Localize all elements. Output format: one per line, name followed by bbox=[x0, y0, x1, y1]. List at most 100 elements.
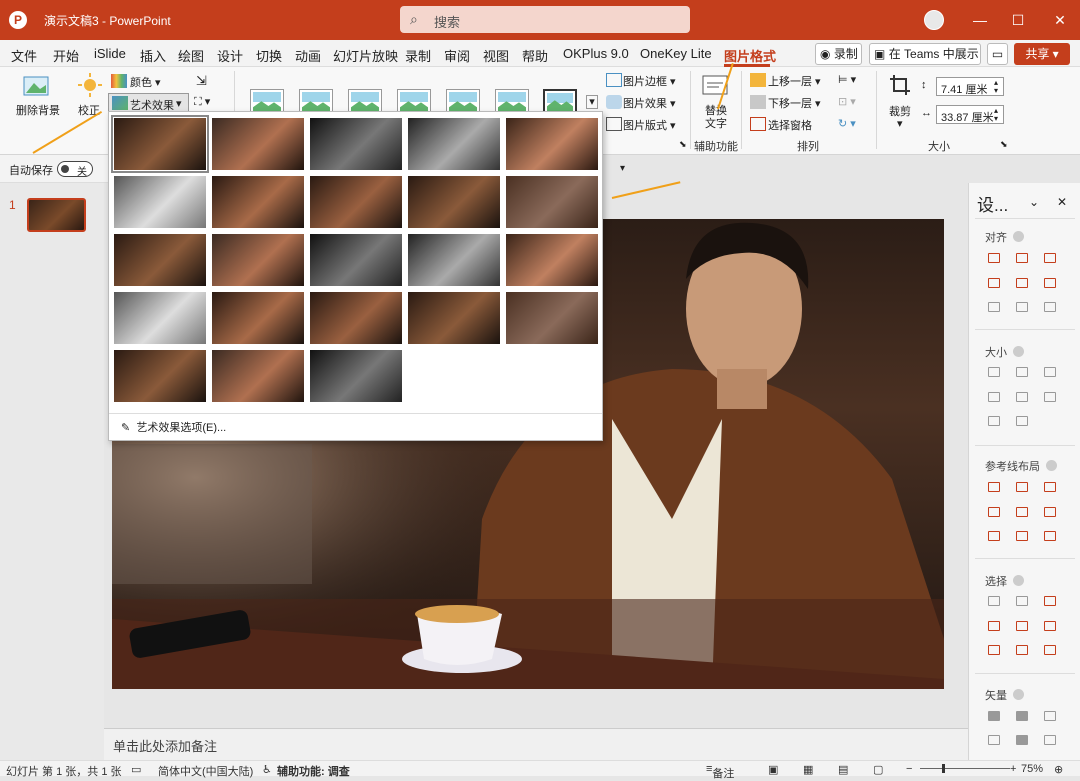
size-dialog-launcher-icon[interactable]: ⬊ bbox=[1000, 139, 1008, 150]
menu-slideshow[interactable]: 幻灯片放映 bbox=[333, 46, 398, 65]
remove-background-button[interactable]: 删除背景 bbox=[16, 102, 60, 118]
teams-present-button[interactable]: ▣ 在 Teams 中展示 bbox=[869, 43, 981, 65]
artistic-effect-option[interactable] bbox=[111, 115, 209, 173]
select-pointer-icon[interactable] bbox=[1044, 621, 1056, 631]
language-status[interactable]: 简体中文(中国大陆) bbox=[158, 763, 253, 779]
artistic-effect-option[interactable] bbox=[408, 176, 500, 228]
panel-collapse-icon[interactable]: ⌄ bbox=[1029, 195, 1039, 209]
menu-record[interactable]: 录制 bbox=[405, 46, 431, 65]
select-check-icon[interactable] bbox=[1044, 596, 1056, 606]
menu-file[interactable]: 文件 bbox=[11, 46, 37, 65]
height-spinner[interactable]: ▴ ▾ bbox=[994, 79, 998, 95]
artistic-effect-option[interactable] bbox=[114, 176, 206, 228]
align-to-slide-icon[interactable] bbox=[1044, 302, 1056, 312]
artistic-effect-option[interactable] bbox=[310, 234, 402, 286]
artistic-effects-options[interactable]: ✎ 艺术效果选项(E)... bbox=[121, 419, 226, 435]
slide-thumbnail[interactable] bbox=[27, 198, 86, 232]
dialog-launcher-icon[interactable]: ⬊ bbox=[679, 139, 687, 150]
select-similar-icon[interactable] bbox=[1016, 596, 1028, 606]
group-icon[interactable]: ⊡ ▾ bbox=[838, 95, 856, 108]
change-picture-icon[interactable]: ⛶ ▾ bbox=[194, 95, 210, 109]
slideshow-icon[interactable]: ▢ bbox=[873, 763, 883, 776]
zoom-out-button[interactable]: − bbox=[906, 763, 912, 775]
zoom-in-button[interactable]: + bbox=[1010, 763, 1016, 775]
artistic-effect-option[interactable] bbox=[506, 118, 598, 170]
zoom-slider-thumb[interactable] bbox=[942, 764, 945, 773]
artistic-effect-option[interactable] bbox=[212, 292, 304, 344]
artistic-effect-option[interactable] bbox=[212, 350, 304, 402]
align-icon[interactable]: ⊨ ▾ bbox=[838, 73, 856, 86]
align-middle-icon[interactable] bbox=[1016, 278, 1028, 288]
alt-text-line2[interactable]: 文字 bbox=[705, 115, 727, 131]
width-field[interactable]: 33.87 厘米 ▴ ▾ bbox=[936, 105, 1004, 124]
select-same-icon[interactable] bbox=[988, 596, 1000, 606]
reading-view-icon[interactable]: ▤ bbox=[838, 763, 848, 776]
select-middle-icon[interactable] bbox=[1016, 621, 1028, 631]
slide-sorter-icon[interactable]: ▦ bbox=[803, 763, 813, 776]
accessibility-status[interactable]: 辅助功能: 调查 bbox=[277, 763, 350, 779]
bring-forward-button[interactable]: 上移一层 ▾ bbox=[768, 73, 821, 89]
size-fill-all-icon[interactable] bbox=[1044, 392, 1056, 402]
autosave-toggle[interactable]: 关 bbox=[57, 161, 93, 178]
guide-right-icon[interactable] bbox=[1044, 482, 1056, 492]
menu-okplus[interactable]: OKPlus 9.0 bbox=[563, 46, 629, 61]
menu-animations[interactable]: 动画 bbox=[295, 46, 321, 65]
fit-slide-icon[interactable]: ⊕ bbox=[1054, 763, 1063, 776]
picture-layout-button[interactable]: 图片版式 ▾ bbox=[623, 117, 676, 133]
size-fill-left-icon[interactable] bbox=[988, 392, 1000, 402]
record-button[interactable]: ◉ 录制 bbox=[815, 43, 862, 65]
artistic-effect-option[interactable] bbox=[310, 292, 402, 344]
artistic-effect-option[interactable] bbox=[506, 292, 598, 344]
menu-review[interactable]: 审阅 bbox=[444, 46, 470, 65]
artistic-effect-option[interactable] bbox=[408, 118, 500, 170]
align-bottom-icon[interactable] bbox=[1044, 278, 1056, 288]
vector-intersect-icon[interactable] bbox=[988, 735, 1000, 745]
artistic-effects-button[interactable]: 艺术效果 ▾ bbox=[108, 93, 189, 112]
artistic-effect-option[interactable] bbox=[212, 118, 304, 170]
artistic-effect-option[interactable] bbox=[114, 234, 206, 286]
artistic-effect-option[interactable] bbox=[506, 234, 598, 286]
distribute-horizontal-icon[interactable] bbox=[988, 302, 1000, 312]
guide-vcenter-icon[interactable] bbox=[1016, 507, 1028, 517]
menu-transitions[interactable]: 切换 bbox=[256, 46, 282, 65]
artistic-effect-option[interactable] bbox=[408, 234, 500, 286]
qat-customize-icon[interactable]: ▾ bbox=[620, 163, 625, 174]
artistic-effect-option[interactable] bbox=[212, 176, 304, 228]
guide-top-icon[interactable] bbox=[988, 507, 1000, 517]
gallery-more-button[interactable]: ▾ bbox=[586, 95, 598, 109]
notes-toggle[interactable]: ≡ 备注 bbox=[706, 763, 734, 780]
maximize-button[interactable]: ☐ bbox=[1008, 10, 1028, 30]
vector-fragment-icon[interactable] bbox=[1044, 711, 1056, 721]
picture-effects-button[interactable]: 图片效果 ▾ bbox=[623, 95, 676, 111]
guide-hspread-icon[interactable] bbox=[988, 531, 1000, 541]
menu-home[interactable]: 开始 bbox=[53, 46, 79, 65]
size-match-both-icon[interactable] bbox=[1044, 367, 1056, 377]
guide-hcenter-icon[interactable] bbox=[1016, 482, 1028, 492]
vector-subtract-icon[interactable] bbox=[1016, 735, 1028, 745]
menu-help[interactable]: 帮助 bbox=[522, 46, 548, 65]
select-stack-icon[interactable] bbox=[1016, 645, 1028, 655]
size-fill-bottom-icon[interactable] bbox=[1016, 416, 1028, 426]
size-fill-right-icon[interactable] bbox=[1016, 392, 1028, 402]
panel-close-icon[interactable]: ✕ bbox=[1057, 195, 1067, 209]
width-spinner[interactable]: ▴ ▾ bbox=[994, 107, 998, 123]
artistic-effect-option[interactable] bbox=[310, 176, 402, 228]
align-left-icon[interactable] bbox=[988, 253, 1000, 263]
artistic-effect-option[interactable] bbox=[212, 234, 304, 286]
comment-button[interactable]: ▭ bbox=[987, 43, 1008, 65]
align-center-icon[interactable] bbox=[1016, 253, 1028, 263]
artistic-effect-option[interactable] bbox=[310, 118, 402, 170]
menu-view[interactable]: 视图 bbox=[483, 46, 509, 65]
guide-left-icon[interactable] bbox=[988, 482, 1000, 492]
picture-border-button[interactable]: 图片边框 ▾ bbox=[623, 73, 676, 89]
close-button[interactable]: ✕ bbox=[1050, 10, 1070, 30]
align-right-icon[interactable] bbox=[1044, 253, 1056, 263]
vector-combine-icon[interactable] bbox=[1016, 711, 1028, 721]
guide-fill-icon[interactable] bbox=[1044, 531, 1056, 541]
menu-design[interactable]: 设计 bbox=[217, 46, 243, 65]
share-button[interactable]: 共享 ▾ bbox=[1014, 43, 1070, 65]
artistic-effect-option[interactable] bbox=[114, 292, 206, 344]
guide-bottom-icon[interactable] bbox=[1044, 507, 1056, 517]
menu-islide[interactable]: iSlide bbox=[94, 46, 126, 61]
menu-onekey[interactable]: OneKey Lite bbox=[640, 46, 712, 61]
